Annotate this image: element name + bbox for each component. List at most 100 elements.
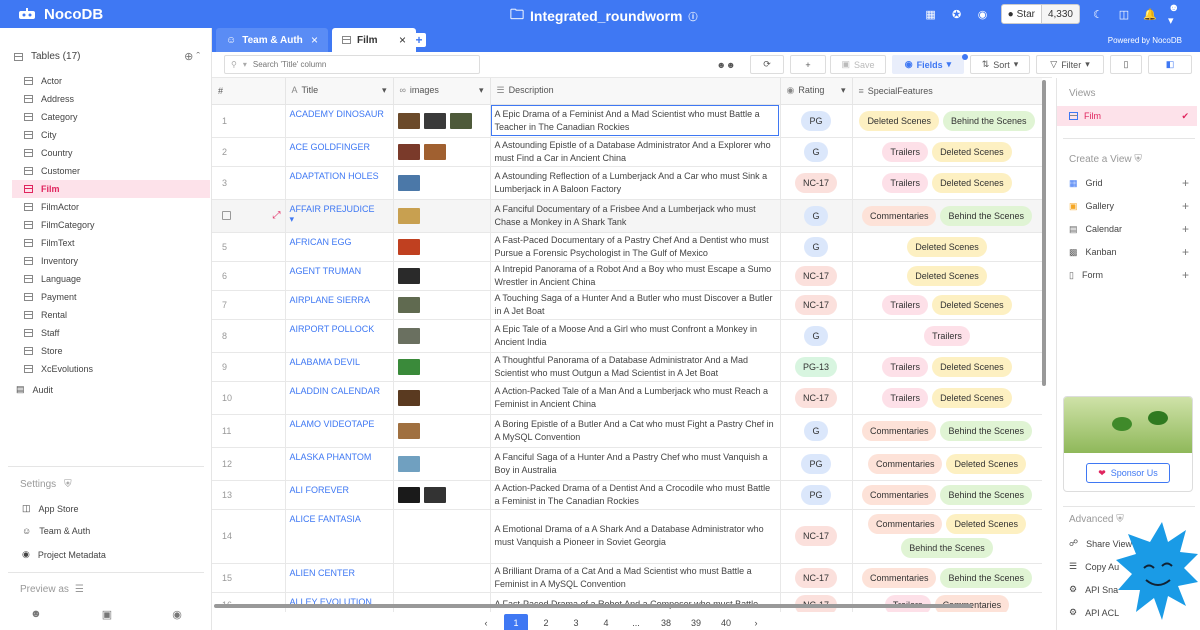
sponsor-button[interactable]: ❤ Sponsor Us: [1086, 463, 1170, 483]
table-row[interactable]: 7 AIRPLANE SIERRA A Touching Saga of a Hun…: [212, 290, 1042, 320]
special-features-cell[interactable]: Commentaries Behind the Scenes: [852, 480, 1042, 510]
special-features-cell[interactable]: Trailers Deleted Scenes: [852, 166, 1042, 200]
table-row[interactable]: 5 AFRICAN EGG A Fast-Paced Documentary of …: [212, 232, 1042, 262]
sidebar-item-country[interactable]: Country: [12, 144, 210, 162]
rating-cell[interactable]: PG: [780, 447, 853, 481]
title-cell[interactable]: ALASKA PHANTOM: [285, 447, 394, 481]
tables-header[interactable]: Tables (17) ⊕ ˆ: [14, 50, 200, 63]
filter-button-label[interactable]: ▽ Filter ▾: [1036, 55, 1104, 74]
image-thumbnail[interactable]: [397, 207, 420, 224]
title-cell[interactable]: ADAPTATION HOLES: [285, 166, 394, 200]
settings-item-app-store[interactable]: ◫ App Store: [22, 503, 79, 514]
images-cell[interactable]: [393, 447, 491, 481]
special-features-cell[interactable]: Deleted Scenes Behind the Scenes: [852, 104, 1042, 138]
column-header-description[interactable]: ☰ Description: [490, 78, 781, 105]
row-checkbox[interactable]: [222, 211, 231, 220]
plus-icon[interactable]: +: [1182, 176, 1189, 190]
create-view-gallery[interactable]: ▣ Gallery +: [1069, 199, 1189, 213]
sidebar-item-customer[interactable]: Customer: [12, 162, 210, 180]
expand-icon[interactable]: ⤢: [273, 210, 281, 221]
prev-page-button[interactable]: ‹: [474, 614, 498, 630]
images-cell[interactable]: [393, 381, 491, 415]
image-thumbnail[interactable]: [397, 358, 420, 375]
add-table-icon[interactable]: ⊕ ˆ: [184, 50, 200, 63]
special-features-cell[interactable]: Trailers Deleted Scenes: [852, 352, 1042, 382]
title-cell[interactable]: AGENT TRUMAN: [285, 261, 394, 291]
theme-icon[interactable]: ☾: [1090, 6, 1106, 22]
add-row-button[interactable]: +: [790, 55, 826, 74]
rating-cell[interactable]: NC-17: [780, 381, 853, 415]
rating-cell[interactable]: G: [780, 199, 853, 233]
close-icon[interactable]: ×: [399, 33, 406, 47]
image-thumbnail[interactable]: [397, 143, 420, 160]
title-cell[interactable]: ALIEN CENTER: [285, 563, 394, 593]
sidebar-item-film[interactable]: Film: [12, 180, 210, 198]
rating-cell[interactable]: NC-17: [780, 166, 853, 200]
image-thumbnail[interactable]: [397, 112, 420, 129]
image-thumbnail[interactable]: [397, 296, 420, 313]
special-features-cell[interactable]: Deleted Scenes: [852, 261, 1042, 291]
column-header-special-features[interactable]: ≡ SpecialFeatures: [852, 78, 1042, 105]
image-thumbnail[interactable]: [449, 112, 472, 129]
fields-button[interactable]: ◉ Fields ▾: [892, 55, 964, 74]
special-features-cell[interactable]: Trailers Deleted Scenes: [852, 290, 1042, 320]
sidebar-item-filmtext[interactable]: FilmText: [12, 234, 210, 252]
sidebar-item-category[interactable]: Category: [12, 108, 210, 126]
vertical-scrollbar[interactable]: [1042, 80, 1046, 386]
table-row[interactable]: 6 AGENT TRUMAN A Intrepid Panorama of a Ro…: [212, 261, 1042, 291]
special-features-cell[interactable]: TrailersCommentaries: [852, 592, 1042, 612]
image-thumbnail[interactable]: [397, 486, 420, 503]
calendar-icon[interactable]: ▦: [923, 6, 939, 22]
save-button[interactable]: ▣ Save: [830, 55, 886, 74]
description-cell[interactable]: A Intrepid Panorama of a Robot And a Boy…: [490, 261, 781, 291]
table-row[interactable]: 8 AIRPORT POLLOCK A Epic Tale of a Moose A…: [212, 319, 1042, 353]
sidebar-item-audit[interactable]: ▤ Audit: [16, 384, 53, 395]
image-thumbnail[interactable]: [397, 455, 420, 472]
sidebar-item-actor[interactable]: Actor: [12, 72, 210, 90]
sidebar-item-store[interactable]: Store: [12, 342, 210, 360]
special-features-cell[interactable]: Commentaries Deleted Scenes Behind the Sce…: [852, 509, 1042, 564]
special-features-cell[interactable]: Commentaries Deleted Scenes: [852, 447, 1042, 481]
page-button[interactable]: 4: [594, 614, 618, 630]
search-input[interactable]: [252, 60, 453, 69]
sidebar-item-filmactor[interactable]: FilmActor: [12, 198, 210, 216]
reload-button[interactable]: ⟳: [750, 55, 784, 74]
special-features-cell[interactable]: Commentaries Behind the Scenes: [852, 563, 1042, 593]
collaborators-icon[interactable]: ☻☻: [712, 55, 740, 74]
special-features-cell[interactable]: Trailers Deleted Scenes: [852, 137, 1042, 167]
title-cell[interactable]: ACE GOLDFINGER: [285, 137, 394, 167]
image-thumbnail[interactable]: [397, 422, 420, 439]
rating-cell[interactable]: PG: [780, 104, 853, 138]
table-row[interactable]: 1 ACADEMY DINOSAUR A Epic Drama of a Femin…: [212, 104, 1042, 138]
sidebar-item-address[interactable]: Address: [12, 90, 210, 108]
table-row[interactable]: 10 ALADDIN CALENDAR A Action-Packed Tale o…: [212, 381, 1042, 415]
plus-icon[interactable]: +: [1182, 222, 1189, 236]
row-number-cell[interactable]: ⤢: [212, 199, 286, 233]
project-title[interactable]: 🗀 Integrated_roundworm ⓘ: [510, 4, 697, 28]
description-cell[interactable]: A Action-Packed Drama of a Dentist And a…: [490, 480, 781, 510]
rating-cell[interactable]: G: [780, 232, 853, 262]
description-cell[interactable]: A Epic Drama of a Feminist And a Mad Sci…: [490, 104, 781, 138]
rating-cell[interactable]: PG: [780, 480, 853, 510]
column-header-images[interactable]: ∞ images ▾: [393, 78, 491, 105]
images-cell[interactable]: [393, 480, 491, 510]
page-button[interactable]: 1: [504, 614, 528, 630]
plus-icon[interactable]: +: [1182, 245, 1189, 259]
page-button[interactable]: 3: [564, 614, 588, 630]
page-button[interactable]: 39: [684, 614, 708, 630]
sort-button[interactable]: ⇅ Sort ▾: [970, 55, 1030, 74]
next-page-button[interactable]: ›: [744, 614, 768, 630]
rating-cell[interactable]: NC-17: [780, 290, 853, 320]
description-cell[interactable]: A Thoughtful Panorama of a Database Admi…: [490, 352, 781, 382]
sidebar-item-xcevolutions[interactable]: XcEvolutions: [12, 360, 210, 378]
special-features-cell[interactable]: Commentaries Behind the Scenes: [852, 199, 1042, 233]
image-thumbnail[interactable]: [397, 174, 420, 191]
settings-item-project-metadata[interactable]: ◉ Project Metadata: [22, 549, 106, 560]
image-thumbnail[interactable]: [423, 486, 446, 503]
create-view-form[interactable]: ▯ Form +: [1069, 268, 1189, 282]
create-view-grid[interactable]: ▦ Grid +: [1069, 176, 1189, 190]
toggle-panel-button[interactable]: ◧: [1148, 55, 1192, 74]
sidebar-item-city[interactable]: City: [12, 126, 210, 144]
rating-cell[interactable]: NC-17: [780, 592, 853, 612]
search-box[interactable]: ⚲ ▾: [224, 55, 480, 74]
